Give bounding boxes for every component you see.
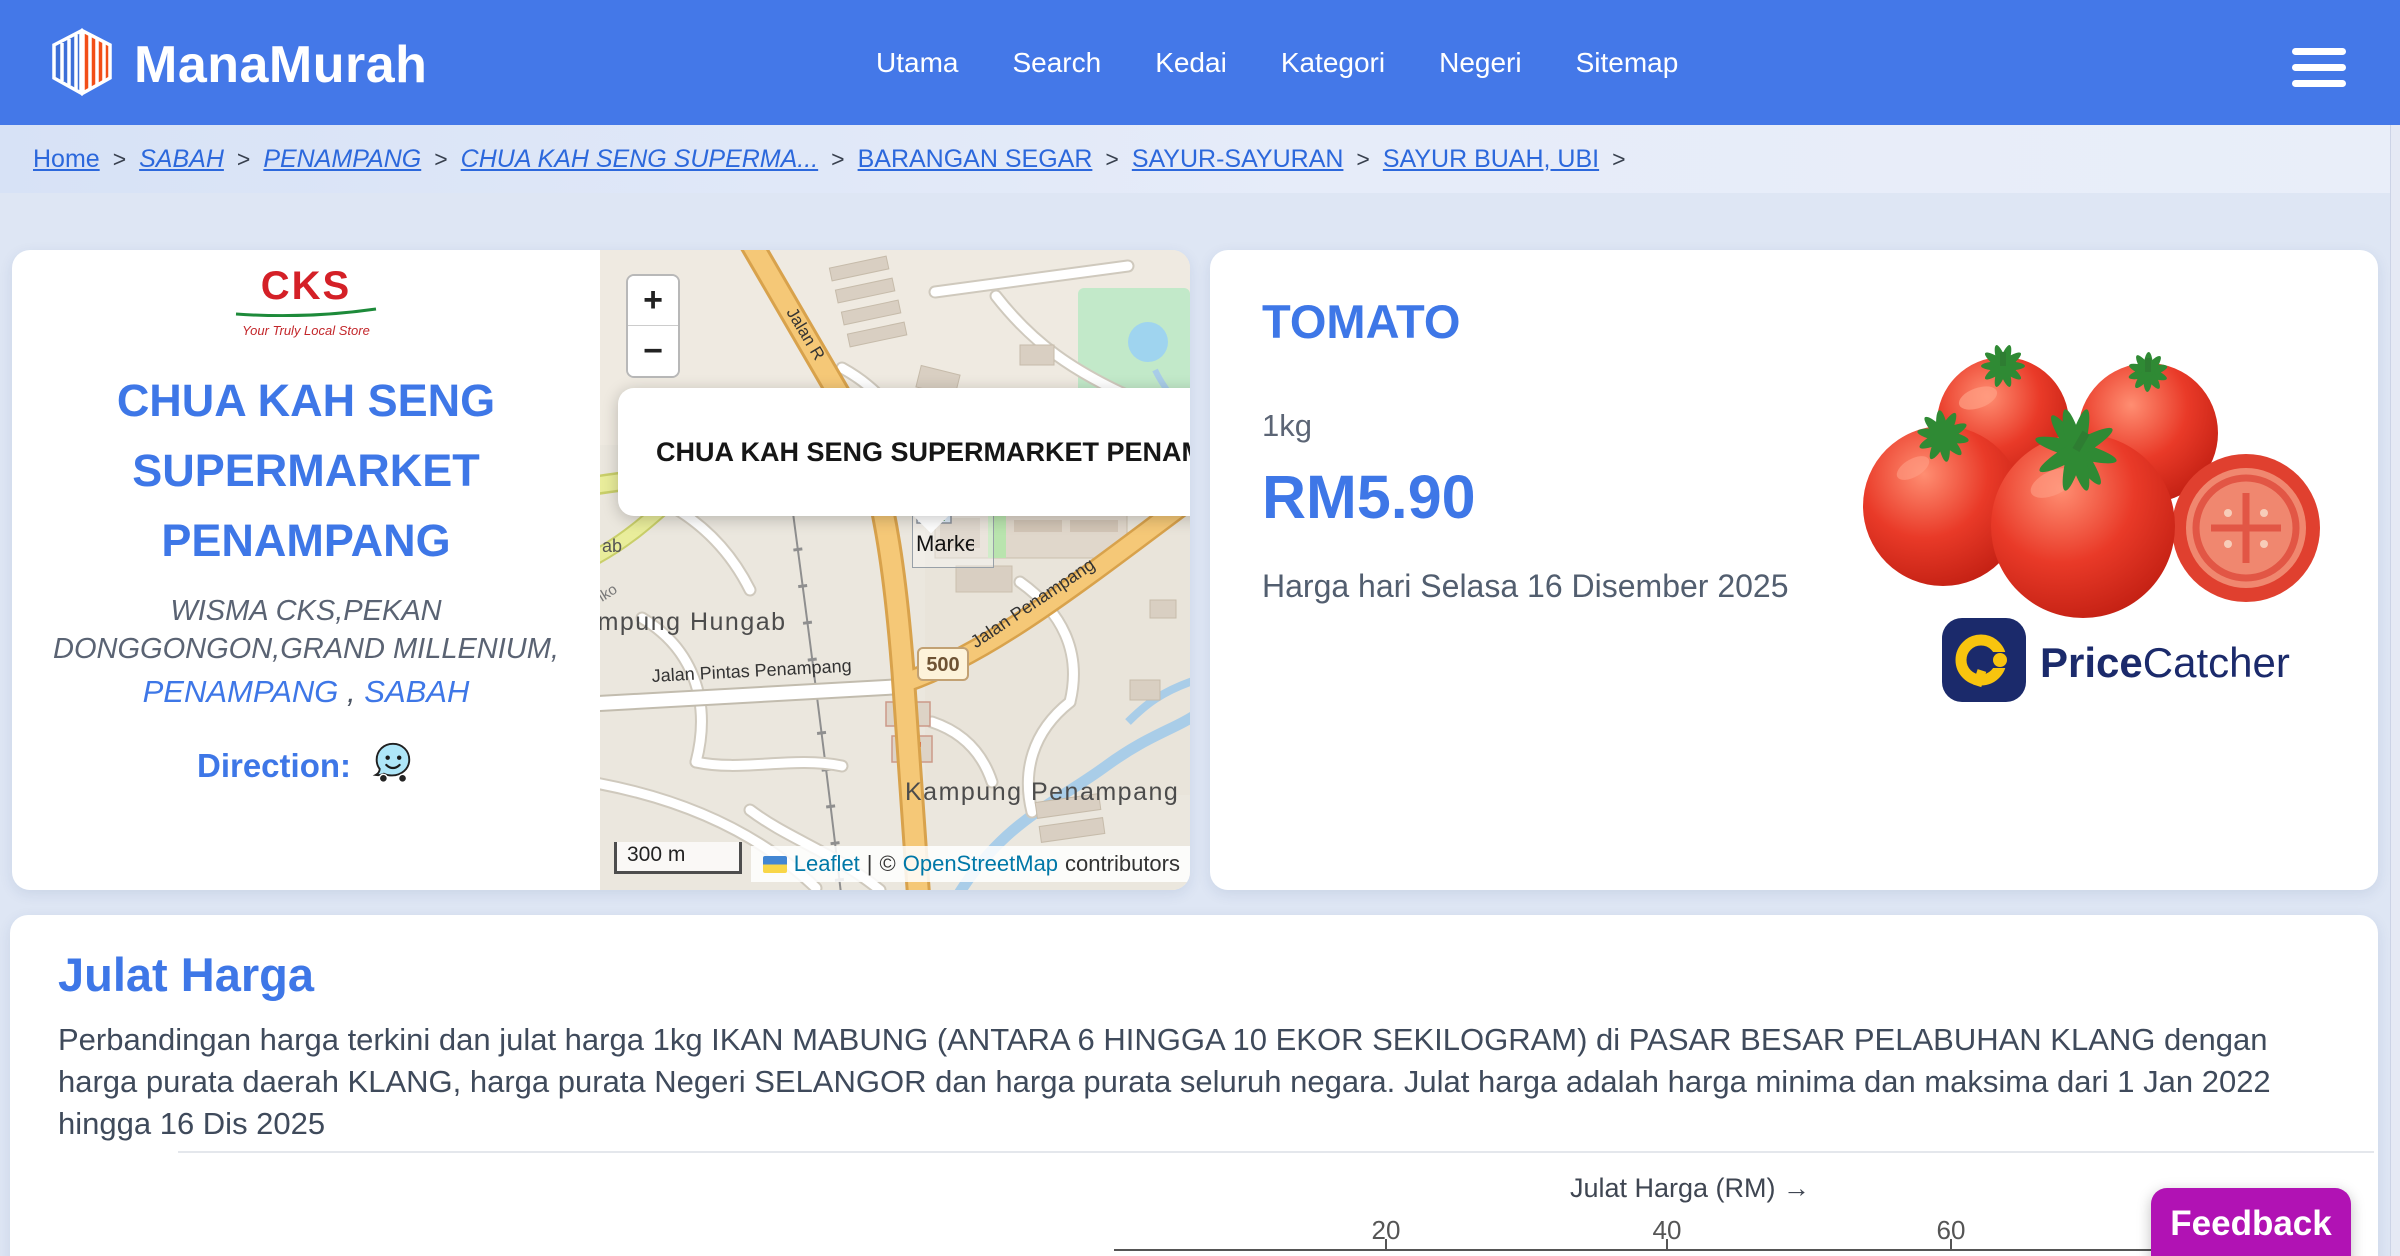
manamurah-logo-icon — [46, 26, 118, 103]
breadcrumb-category[interactable]: BARANGAN SEGAR — [858, 145, 1093, 174]
district-link[interactable]: PENAMPANG — [143, 674, 339, 709]
nav-item-negeri[interactable]: Negeri — [1439, 47, 1521, 79]
nav-item-search[interactable]: Search — [1012, 47, 1101, 79]
breadcrumb-state[interactable]: SABAH — [139, 145, 224, 174]
scrollbar-track[interactable] — [2390, 125, 2400, 1256]
copyright-symbol: © — [880, 851, 896, 877]
nav-item-kategori[interactable]: Kategori — [1281, 47, 1385, 79]
map-label-fragment-ab: ab — [602, 536, 622, 556]
brand-name: ManaMurah — [134, 35, 427, 95]
zoom-out-button[interactable]: − — [628, 326, 678, 376]
breadcrumb-separator: > — [1105, 146, 1118, 173]
direction-label: Direction: — [197, 747, 351, 785]
breadcrumb-separator: > — [434, 146, 447, 173]
cks-store-logo: CKS Your Truly Local Store — [12, 268, 600, 338]
product-price: RM5.90 — [1262, 462, 1476, 532]
page: ManaMurah Utama Search Kedai Kategori Ne… — [0, 0, 2400, 1256]
map-zoom-control: + − — [626, 274, 680, 378]
nav-item-utama[interactable]: Utama — [876, 47, 958, 79]
product-name: TOMATO — [1262, 294, 1460, 349]
pricecatcher-wordmark: PriceCatcher — [2040, 639, 2290, 687]
store-address: WISMA CKS,PEKAN DONGGONGON,GRAND MILLENI… — [36, 592, 576, 668]
breadcrumb-home[interactable]: Home — [33, 145, 100, 174]
breadcrumb-store[interactable]: CHUA KAH SENG SUPERMA... — [461, 145, 818, 174]
breadcrumb-separator: > — [1612, 146, 1625, 173]
pricecatcher-icon — [1942, 618, 2026, 707]
map-attribution: Leaflet | © OpenStreetMap contributors — [751, 846, 1190, 882]
popup-title: CHUA KAH SENG SUPERMARKET PENAMPANG — [656, 437, 1190, 468]
breadcrumb-separator: > — [1356, 146, 1369, 173]
product-card: TOMATO 1kg RM5.90 Harga hari Selasa 16 D… — [1210, 250, 2378, 890]
cks-logo-tagline: Your Truly Local Store — [12, 323, 600, 338]
leaflet-map[interactable]: 500 Kampung Hungab Kampung Penampang Jal… — [600, 250, 1190, 890]
feedback-button[interactable]: Feedback — [2151, 1188, 2351, 1256]
chart-x-axis — [1114, 1249, 2296, 1251]
map-tiles: 500 Kampung Hungab Kampung Penampang Jal… — [600, 250, 1190, 890]
breadcrumb-item-group[interactable]: SAYUR BUAH, UBI — [1383, 145, 1599, 174]
nav-item-kedai[interactable]: Kedai — [1155, 47, 1227, 79]
cks-logo-swoosh — [231, 307, 381, 317]
brand-logo-link[interactable]: ManaMurah — [46, 26, 427, 103]
pricecatcher-logo: PriceCatcher — [1942, 618, 2290, 707]
store-card: CKS Your Truly Local Store CHUA KAH SENG… — [12, 250, 1190, 890]
breadcrumb: Home > SABAH > PENAMPANG > CHUA KAH SENG… — [0, 125, 2400, 193]
waze-icon[interactable] — [369, 740, 415, 791]
map-label-kampung-hungab: Kampung Hungab — [600, 608, 787, 636]
product-unit: 1kg — [1262, 408, 1312, 444]
breadcrumb-district[interactable]: PENAMPANG — [263, 145, 421, 174]
map-label-kampung-penampang: Kampung Penampang — [905, 778, 1179, 806]
section-description: Perbandingan harga terkini dan julat har… — [58, 1019, 2302, 1145]
route-badge-label: 500 — [926, 654, 959, 676]
product-image-tomatoes — [1848, 328, 2338, 633]
breadcrumb-separator: > — [113, 146, 126, 173]
hamburger-menu-icon[interactable] — [2292, 48, 2346, 87]
chart-top-divider — [178, 1151, 2374, 1153]
direction-row: Direction: — [12, 740, 600, 791]
breadcrumb-separator: > — [831, 146, 844, 173]
leaflet-link[interactable]: Leaflet — [794, 851, 860, 877]
nav-item-sitemap[interactable]: Sitemap — [1576, 47, 1679, 79]
map-scale: 300 m — [614, 842, 742, 874]
breadcrumb-separator: > — [237, 146, 250, 173]
price-date-note: Harga hari Selasa 16 Disember 2025 — [1262, 568, 1789, 605]
breadcrumb-subcategory[interactable]: SAYUR-SAYURAN — [1132, 145, 1344, 174]
contributors-text: contributors — [1065, 851, 1180, 877]
store-info: CKS Your Truly Local Store CHUA KAH SENG… — [12, 250, 600, 890]
comma: , — [347, 674, 356, 709]
axis-tickmark — [1385, 1239, 1387, 1249]
store-location-links: PENAMPANG , SABAH — [12, 674, 600, 710]
marker-alt-text: Marker — [916, 531, 974, 557]
map-popup: CHUA KAH SENG SUPERMARKET PENAMPANG — [618, 388, 1190, 516]
chart-axis-label: Julat Harga (RM) → — [1490, 1173, 1890, 1204]
app-header: ManaMurah Utama Search Kedai Kategori Ne… — [0, 0, 2400, 125]
ukraine-flag-icon — [763, 856, 787, 873]
price-range-card: Julat Harga Perbandingan harga terkini d… — [10, 915, 2378, 1256]
state-link[interactable]: SABAH — [364, 674, 469, 709]
store-name[interactable]: CHUA KAH SENG SUPERMARKET PENAMPANG — [36, 366, 576, 576]
main-nav: Utama Search Kedai Kategori Negeri Sitem… — [876, 0, 1678, 125]
zoom-in-button[interactable]: + — [628, 276, 678, 326]
cks-logo-text: CKS — [12, 268, 600, 304]
section-title: Julat Harga — [58, 947, 314, 1002]
attribution-divider: | — [867, 851, 873, 877]
openstreetmap-link[interactable]: OpenStreetMap — [903, 851, 1058, 877]
axis-tickmark — [1666, 1239, 1668, 1249]
axis-tickmark — [1950, 1239, 1952, 1249]
